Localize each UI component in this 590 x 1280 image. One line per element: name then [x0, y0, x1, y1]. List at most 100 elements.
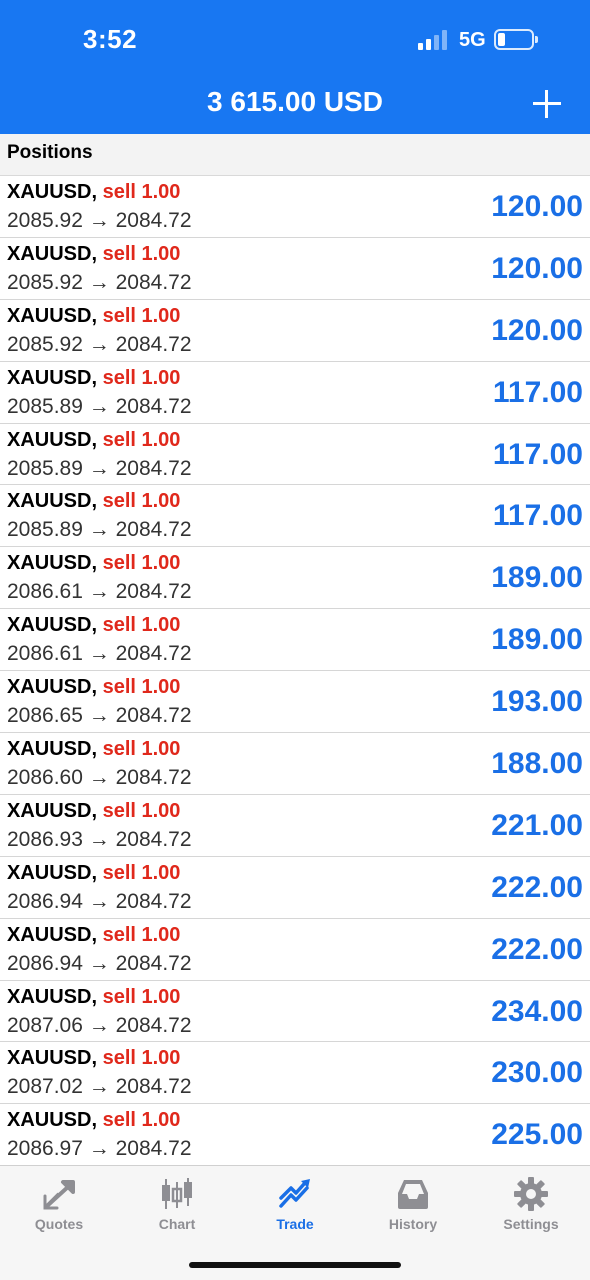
position-prices: 2086.97 → 2084.72 [7, 1137, 192, 1161]
open-price: 2086.65 [7, 704, 83, 728]
position-symbol: XAUUSD, [7, 923, 98, 946]
position-symbol: XAUUSD, [7, 985, 98, 1008]
position-side: sell 1.00 [102, 676, 181, 699]
position-row[interactable]: XAUUSD, sell 1.00 2087.06 → 2084.72 234.00 [0, 981, 590, 1043]
position-side: sell 1.00 [102, 242, 181, 265]
position-symbol: XAUUSD, [7, 738, 98, 761]
position-symbol: XAUUSD, [7, 1047, 98, 1070]
position-row[interactable]: XAUUSD, sell 1.00 2086.61 → 2084.72 189.00 [0, 547, 590, 610]
tab-chart[interactable]: Chart [118, 1166, 236, 1246]
arrow-icon: → [88, 1013, 110, 1037]
position-row[interactable]: XAUUSD, sell 1.00 2086.65 → 2084.72 193.00 [0, 671, 590, 734]
current-price: 2084.72 [115, 1013, 192, 1037]
open-price: 2085.92 [7, 332, 83, 356]
position-symbol: XAUUSD, [7, 490, 98, 513]
signal-icon [418, 30, 450, 50]
position-prices: 2087.06 → 2084.72 [7, 1014, 192, 1038]
tab-label: Trade [276, 1216, 314, 1232]
trade-icon [277, 1176, 313, 1212]
arrow-icon: → [88, 456, 110, 480]
position-profit: 117.00 [492, 499, 583, 533]
current-price: 2084.72 [115, 642, 192, 666]
position-row[interactable]: XAUUSD, sell 1.00 2086.61 → 2084.72 189.00 [0, 609, 590, 672]
position-side: sell 1.00 [102, 799, 181, 822]
arrow-icon: → [88, 642, 110, 666]
add-order-button[interactable] [533, 90, 561, 118]
current-price: 2084.72 [115, 209, 192, 232]
current-price: 2084.72 [115, 332, 192, 356]
arrow-icon: → [88, 394, 110, 418]
current-price: 2084.72 [115, 270, 192, 294]
open-price: 2086.94 [7, 889, 83, 913]
position-profit: 222.00 [491, 932, 583, 966]
position-symbol: XAUUSD, [7, 181, 98, 203]
position-row[interactable]: XAUUSD, sell 1.00 2085.89 → 2084.72 117.00 [0, 424, 590, 486]
position-symbol: XAUUSD, [7, 861, 98, 884]
position-prices: 2086.94 → 2084.72 [7, 952, 192, 976]
position-symbol: XAUUSD, [7, 366, 98, 389]
position-profit: 117.00 [492, 437, 583, 471]
position-row[interactable]: XAUUSD, sell 1.00 2085.92 → 2084.72 120.00 [0, 238, 590, 300]
position-row[interactable]: XAUUSD, sell 1.00 2086.93 → 2084.72 221.00 [0, 795, 590, 857]
open-price: 2086.61 [7, 580, 83, 604]
arrow-icon: → [88, 209, 110, 232]
arrow-icon: → [88, 951, 110, 975]
position-row[interactable]: XAUUSD, sell 1.00 2085.92 → 2084.72 120.00 [0, 300, 590, 362]
position-symbol: XAUUSD, [7, 614, 98, 637]
account-balance: 3 615.00 USD [207, 86, 383, 117]
tab-label: Chart [158, 1216, 196, 1232]
position-title: XAUUSD, sell 1.00 [7, 862, 180, 885]
position-row[interactable]: XAUUSD, sell 1.00 2085.92 → 2084.72 120.00 [0, 176, 590, 238]
position-profit: 120.00 [491, 251, 583, 285]
network-label: 5G [459, 29, 486, 51]
current-price: 2084.72 [115, 1075, 192, 1099]
top-bar: 3:52 5G 3 615.00 USD [0, 0, 590, 134]
position-row[interactable]: XAUUSD, sell 1.00 2086.94 → 2084.72 222.00 [0, 857, 590, 919]
open-price: 2086.61 [7, 642, 83, 666]
position-prices: 2085.89 → 2084.72 [7, 518, 192, 542]
position-prices: 2086.61 → 2084.72 [7, 642, 192, 666]
position-prices: 2086.93 → 2084.72 [7, 828, 192, 852]
position-row[interactable]: XAUUSD, sell 1.00 2085.89 → 2084.72 117.00 [0, 362, 590, 424]
tab-quotes[interactable]: Quotes [0, 1166, 118, 1246]
current-price: 2084.72 [115, 704, 192, 728]
position-symbol: XAUUSD, [7, 242, 98, 265]
position-title: XAUUSD, sell 1.00 [7, 490, 180, 513]
history-icon [395, 1176, 431, 1212]
position-prices: 2086.61 → 2084.72 [7, 580, 192, 604]
position-profit: 221.00 [491, 808, 583, 842]
tab-settings[interactable]: Settings [472, 1166, 590, 1246]
position-row[interactable]: XAUUSD, sell 1.00 2086.60 → 2084.72 188.00 [0, 733, 590, 795]
open-price: 2087.06 [7, 1013, 83, 1037]
current-price: 2084.72 [115, 766, 192, 790]
position-row[interactable]: XAUUSD, sell 1.00 2086.94 → 2084.72 222.00 [0, 919, 590, 981]
position-profit: 189.00 [491, 623, 583, 657]
position-prices: 2085.89 → 2084.72 [7, 457, 192, 481]
position-title: XAUUSD, sell 1.00 [7, 181, 180, 204]
position-row[interactable]: XAUUSD, sell 1.00 2085.89 → 2084.72 117.00 [0, 485, 590, 548]
position-profit: 225.00 [491, 1118, 583, 1152]
position-symbol: XAUUSD, [7, 676, 98, 699]
arrow-icon: → [88, 766, 110, 790]
home-indicator [189, 1262, 401, 1268]
tab-label: Settings [503, 1216, 559, 1232]
position-title: XAUUSD, sell 1.00 [7, 738, 180, 761]
open-price: 2085.89 [7, 456, 83, 480]
current-price: 2084.72 [115, 951, 192, 975]
position-row[interactable]: XAUUSD, sell 1.00 2086.97 → 2084.72 225.00 [0, 1104, 590, 1167]
position-title: XAUUSD, sell 1.00 [7, 986, 180, 1009]
position-side: sell 1.00 [102, 181, 181, 203]
section-title: Positions [7, 142, 93, 163]
tab-trade[interactable]: Trade [236, 1166, 354, 1246]
tab-history[interactable]: History [354, 1166, 472, 1246]
open-price: 2086.60 [7, 766, 83, 790]
open-price: 2086.97 [7, 1137, 83, 1161]
positions-header: Positions [0, 134, 590, 176]
position-row[interactable]: XAUUSD, sell 1.00 2087.02 → 2084.72 230.00 [0, 1042, 590, 1105]
position-symbol: XAUUSD, [7, 1109, 98, 1132]
arrow-icon: → [88, 1075, 110, 1099]
position-title: XAUUSD, sell 1.00 [7, 1047, 180, 1070]
position-symbol: XAUUSD, [7, 428, 98, 451]
open-price: 2086.94 [7, 951, 83, 975]
arrow-icon: → [88, 827, 110, 851]
